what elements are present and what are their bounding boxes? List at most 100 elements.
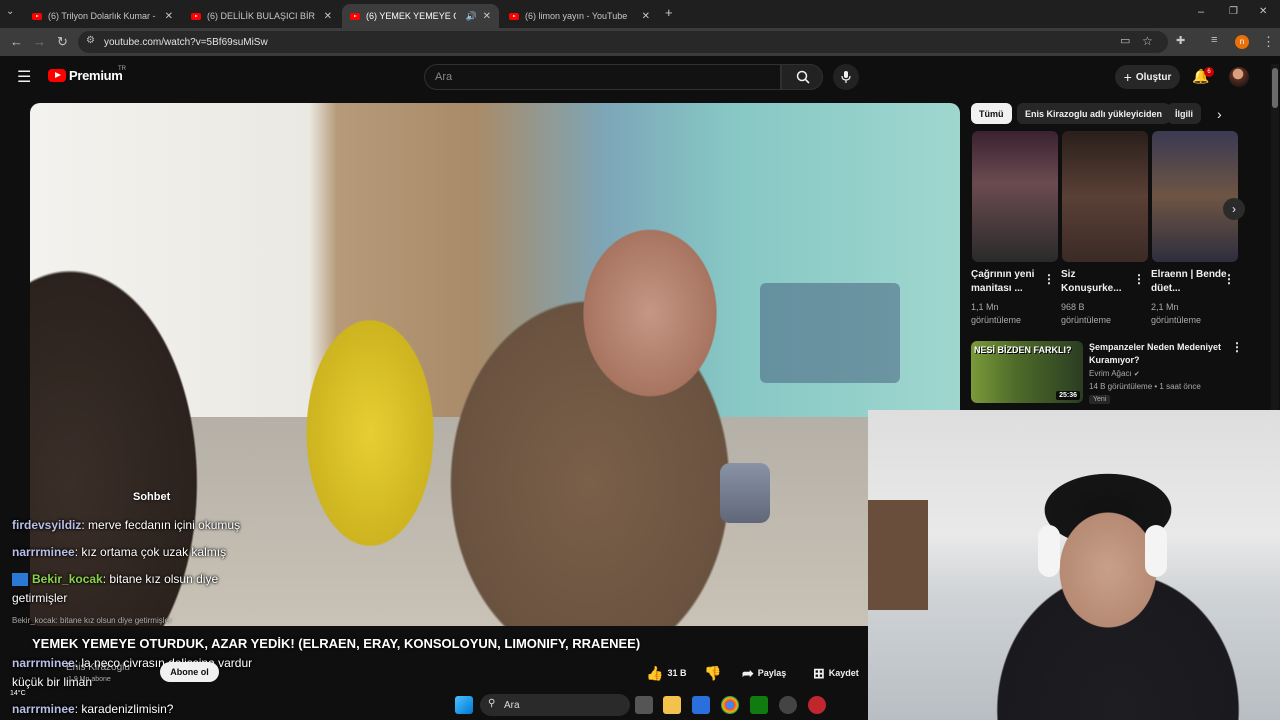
short-title[interactable]: Siz Konuşurke... xyxy=(1061,268,1137,296)
shorts-next-icon[interactable]: › xyxy=(1223,198,1245,220)
save-button[interactable]: ⊞ Kaydet xyxy=(813,662,859,684)
chip-all[interactable]: Tümü xyxy=(971,103,1012,124)
plus-icon: + xyxy=(1123,69,1132,85)
subscriber-count: 1,9 Mn abone xyxy=(68,676,111,683)
store-icon[interactable] xyxy=(692,696,710,714)
tab-title: (6) limon yayın - YouTube xyxy=(525,11,628,21)
weather-widget[interactable]: 14°C xyxy=(10,690,26,697)
tab-limon[interactable]: (6) limon yayın - YouTube ✕ xyxy=(501,4,658,28)
taskbar-search[interactable]: ⚲ Ara xyxy=(480,694,630,716)
tab-delilik[interactable]: (6) DELİLİK BULAŞICI BİR HASTA ✕ xyxy=(183,4,340,28)
reload-icon[interactable]: ↻ xyxy=(57,34,68,50)
audio-playing-icon[interactable]: 🔊 xyxy=(466,11,477,22)
new-tab-button[interactable]: + xyxy=(665,5,673,20)
short-title[interactable]: Elraenn | Bende düet... xyxy=(1151,268,1227,296)
close-tab-icon[interactable]: ✕ xyxy=(483,11,491,22)
logo-region: TR xyxy=(118,66,126,72)
tab-title: (6) Trilyon Dolarlık Kumar - You xyxy=(48,11,156,21)
search-input[interactable]: Ara xyxy=(424,64,781,90)
youtube-premium-logo[interactable]: Premium TR xyxy=(48,66,126,83)
profile-avatar[interactable]: n xyxy=(1235,35,1249,49)
address-bar[interactable]: ⚙ youtube.com/watch?v=5Bf69suMiSw xyxy=(78,31,1168,53)
xbox-icon[interactable] xyxy=(750,696,768,714)
close-window-icon[interactable]: ✕ xyxy=(1259,6,1267,17)
back-icon[interactable]: ← xyxy=(10,34,23,49)
subscribe-button[interactable]: Abone ol xyxy=(160,662,219,682)
short-thumbnail[interactable] xyxy=(1152,131,1238,262)
webcam-detail xyxy=(1038,525,1060,577)
short-views: 2,1 Mn görüntüleme xyxy=(1151,302,1202,325)
short-views: 1,1 Mn görüntüleme xyxy=(971,302,1022,325)
chip-from-uploader[interactable]: Enis Kirazoglu adlı yükleyiciden xyxy=(1017,103,1171,124)
short-thumbnail[interactable] xyxy=(972,131,1058,262)
recommended-thumbnail[interactable]: NESİ BİZDEN FARKLI? 25:36 xyxy=(971,341,1083,403)
chrome-icon[interactable] xyxy=(721,696,739,714)
hamburger-menu-icon[interactable]: ☰ xyxy=(17,67,31,87)
more-options-icon[interactable]: ⋮ xyxy=(1231,340,1243,354)
more-options-icon[interactable]: ⋮ xyxy=(1043,272,1055,286)
extensions-icon[interactable]: ✚ xyxy=(1176,34,1185,47)
recommended-title[interactable]: Şempanzeler Neden Medeniyet Kuramıyor? xyxy=(1089,341,1237,367)
scrollbar-thumb[interactable] xyxy=(1272,68,1278,108)
chat-reply-preview: Bekir_kocak: bitane kız olsun diye getir… xyxy=(12,616,172,625)
search-icon xyxy=(796,70,810,84)
close-tab-icon[interactable]: ✕ xyxy=(324,11,332,22)
short-title[interactable]: Çağrının yeni manitası ... xyxy=(971,268,1047,296)
account-avatar[interactable] xyxy=(1229,67,1249,87)
share-button[interactable]: ➦ Paylaş xyxy=(742,662,786,684)
close-tab-icon[interactable]: ✕ xyxy=(165,11,173,22)
recommended-channel[interactable]: Evrim Ağacı ✔ xyxy=(1089,369,1140,378)
tab-search-icon[interactable]: ⌄ xyxy=(6,6,14,17)
youtube-favicon-icon xyxy=(32,12,42,20)
voice-search-button[interactable] xyxy=(833,64,859,90)
browser-toolbar: ← → ↻ ⚙ youtube.com/watch?v=5Bf69suMiSw … xyxy=(0,28,1280,56)
new-badge: Yeni xyxy=(1089,395,1111,404)
chat-message: firdevsyildiz: merve fecdanın içini okum… xyxy=(12,518,241,532)
chevron-right-icon[interactable]: › xyxy=(1217,106,1222,122)
minimize-icon[interactable]: – xyxy=(1198,6,1204,18)
save-label: Kaydet xyxy=(828,668,859,678)
task-view-icon[interactable] xyxy=(635,696,653,714)
steam-icon[interactable] xyxy=(779,696,797,714)
tab-yemek-active[interactable]: (6) YEMEK YEMEYE OTURD 🔊 ✕ xyxy=(342,4,499,28)
url-text: youtube.com/watch?v=5Bf69suMiSw xyxy=(104,36,268,48)
verified-check-icon: ✔ xyxy=(1133,371,1140,378)
video-frame-detail xyxy=(720,463,770,523)
related-sidebar: Tümü Enis Kirazoglu adlı yükleyiciden İl… xyxy=(961,100,1280,410)
forward-icon[interactable]: → xyxy=(33,34,46,49)
streamer-webcam xyxy=(868,410,1280,720)
site-info-icon[interactable]: ⚙ xyxy=(86,35,95,46)
duration-badge: 25:36 xyxy=(1056,391,1080,400)
create-button[interactable]: + Oluştur xyxy=(1115,65,1180,89)
search-button[interactable] xyxy=(781,64,823,90)
chat-message: getirmişler xyxy=(12,591,68,605)
tab-title: (6) DELİLİK BULAŞICI BİR HASTA xyxy=(207,11,315,21)
short-thumbnail[interactable] xyxy=(1062,131,1148,262)
share-label: Paylaş xyxy=(757,668,787,678)
tab-trilyon[interactable]: (6) Trilyon Dolarlık Kumar - You ✕ xyxy=(24,4,181,28)
close-tab-icon[interactable]: ✕ xyxy=(642,11,650,22)
cast-icon[interactable]: ▭ xyxy=(1120,34,1130,47)
page-scrollbar[interactable] xyxy=(1271,64,1279,410)
channel-name[interactable]: Enis Kirazoglu xyxy=(66,662,130,673)
windows-start-icon[interactable] xyxy=(455,696,473,714)
reading-list-icon[interactable]: ≡ xyxy=(1211,34,1217,46)
webcam-detail xyxy=(1145,525,1167,577)
webcam-detail xyxy=(868,500,928,610)
more-options-icon[interactable]: ⋮ xyxy=(1133,272,1145,286)
video-frame-detail xyxy=(760,283,900,383)
like-button[interactable]: 👍 31 B xyxy=(646,662,686,684)
taskbar-search-label: Ara xyxy=(504,699,520,711)
chip-related[interactable]: İlgili xyxy=(1167,103,1201,124)
microphone-icon xyxy=(841,71,851,83)
chat-title: Sohbet xyxy=(133,491,171,503)
file-explorer-icon[interactable] xyxy=(663,696,681,714)
bookmark-star-icon[interactable]: ☆ xyxy=(1142,34,1153,48)
youtube-logo-icon xyxy=(48,69,66,82)
menu-kebab-icon[interactable]: ⋮ xyxy=(1262,34,1275,50)
youtube-favicon-icon xyxy=(509,12,519,20)
more-options-icon[interactable]: ⋮ xyxy=(1223,272,1235,286)
maximize-icon[interactable]: ❐ xyxy=(1229,6,1238,17)
app-icon[interactable] xyxy=(808,696,826,714)
dislike-button[interactable]: 👎 xyxy=(704,662,721,684)
